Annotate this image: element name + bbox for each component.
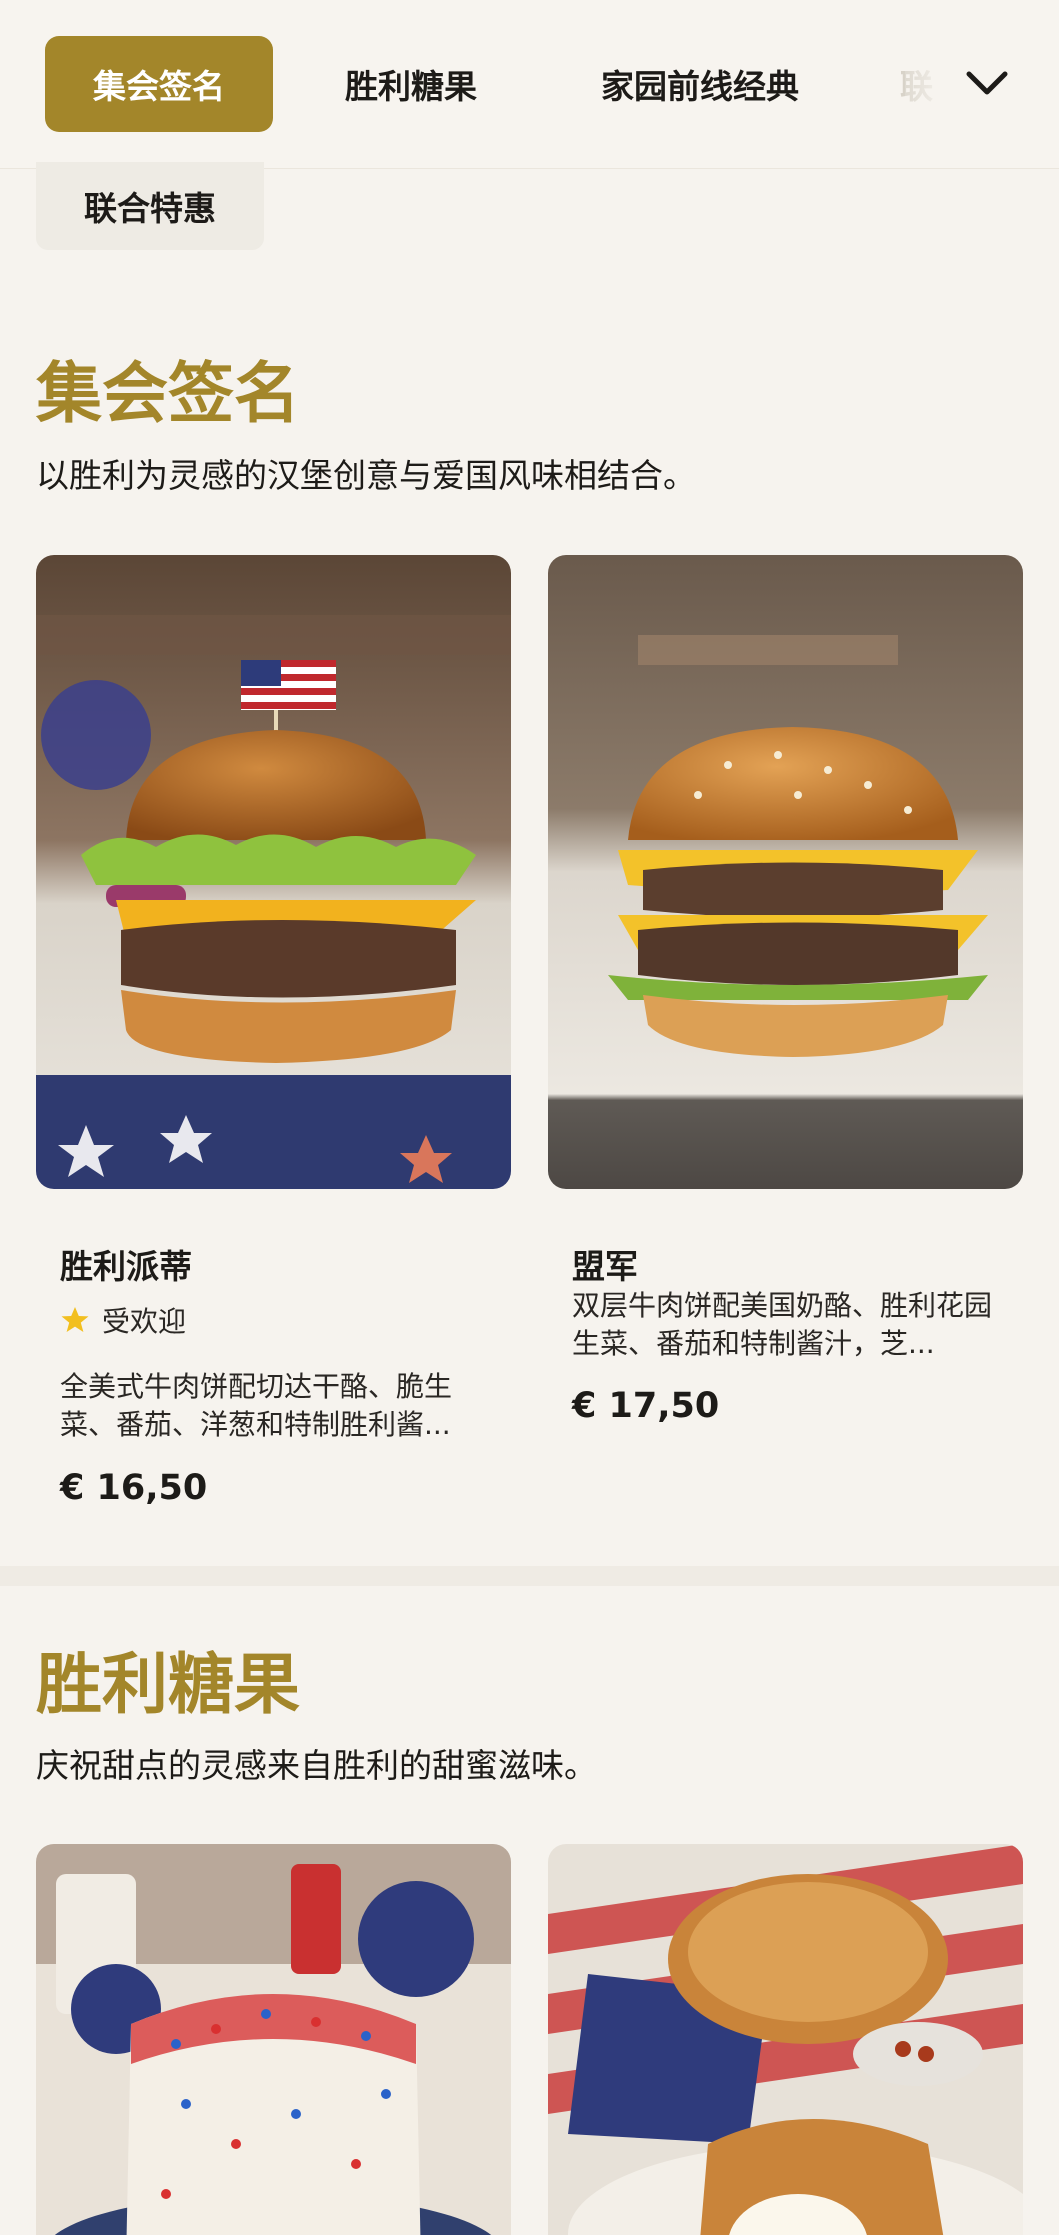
tab-combo-deals[interactable]: 联合特惠 (36, 162, 264, 250)
star-icon (61, 1307, 89, 1332)
tab-rally-signatures[interactable]: 集会签名 (45, 36, 273, 132)
burger-with-flag-image[interactable] (36, 555, 511, 1189)
section-title: 胜利糖果 (36, 1646, 300, 1723)
tab-victory-sweets[interactable]: 胜利糖果 (300, 36, 522, 132)
section-divider (0, 1566, 1059, 1586)
badge-label: 受欢迎 (102, 1305, 187, 1338)
category-tab-bar: 集会签名 胜利糖果 家园前线经典 联 (0, 0, 1059, 169)
double-cheeseburger-image[interactable] (548, 555, 1023, 1189)
tab-home-front-classics[interactable]: 家园前线经典 (560, 36, 840, 132)
dish-price: € 17,50 (572, 1386, 720, 1426)
section-title: 集会签名 (36, 355, 300, 432)
section-description: 以胜利为灵感的汉堡创意与爱国风味相结合。 (36, 456, 696, 495)
menu-page: 集会签名 胜利糖果 家园前线经典 联 联合特惠 集会签名 以胜利为灵感的汉堡创意… (0, 0, 1059, 2235)
section-description: 庆祝甜点的灵感来自胜利的甜蜜滋味。 (36, 1746, 597, 1785)
dish-name[interactable]: 盟军 (572, 1240, 638, 1288)
dish-name[interactable]: 胜利派蒂 (60, 1240, 192, 1288)
sprinkle-cake-image[interactable] (36, 1844, 511, 2235)
popular-badge: 受欢迎 (60, 1300, 186, 1340)
chevron-down-icon[interactable] (962, 58, 1012, 108)
dish-price: € 16,50 (60, 1468, 208, 1508)
dish-description: 双层牛肉饼配美国奶酪、胜利花园生菜、番茄和特制酱汁，芝... (572, 1289, 992, 1360)
dish-description: 全美式牛肉饼配切达干酪、脆生菜、番茄、洋葱和特制胜利酱... (60, 1370, 453, 1441)
apple-pie-image[interactable] (548, 1844, 1023, 2235)
